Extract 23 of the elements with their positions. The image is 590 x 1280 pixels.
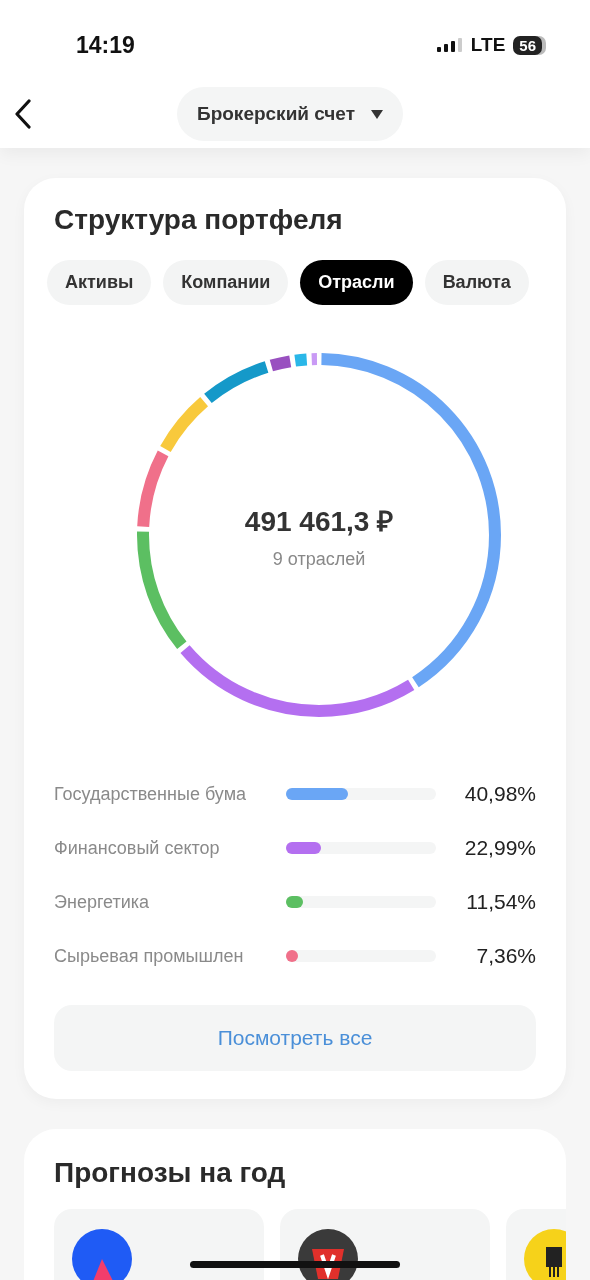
back-icon[interactable] [14, 99, 32, 129]
section-title: Структура портфеля [54, 204, 344, 236]
sector-name: Энергетика [54, 891, 151, 913]
sector-percent: 11,54% [465, 890, 536, 914]
section-title: Прогнозы на год [54, 1157, 287, 1189]
tab[interactable]: Валюта [424, 260, 529, 305]
tab[interactable]: Отрасли [300, 260, 413, 305]
account-selector[interactable]: Брокерский счет [177, 87, 403, 141]
tab[interactable]: Компании [163, 260, 289, 305]
signal-icon [436, 38, 463, 52]
sector-name: Государственные бума [54, 783, 248, 805]
logo-icon [72, 1229, 132, 1280]
tab[interactable]: Активы [47, 260, 152, 305]
network-label: LTE [470, 34, 506, 56]
sector-percent: 7,36% [475, 944, 536, 968]
caret-icon [371, 109, 383, 119]
sector-percent: 40,98% [463, 782, 536, 806]
sector-name: Финансовый сектор [54, 837, 221, 859]
status-time: 14:19 [76, 31, 135, 59]
portfolio-total: 491 461,3 ₽ [244, 504, 394, 539]
sector-count: 9 отраслей [272, 548, 366, 570]
sector-percent: 22,99% [463, 836, 536, 860]
sector-name: Сырьевая промышлен [54, 945, 245, 967]
